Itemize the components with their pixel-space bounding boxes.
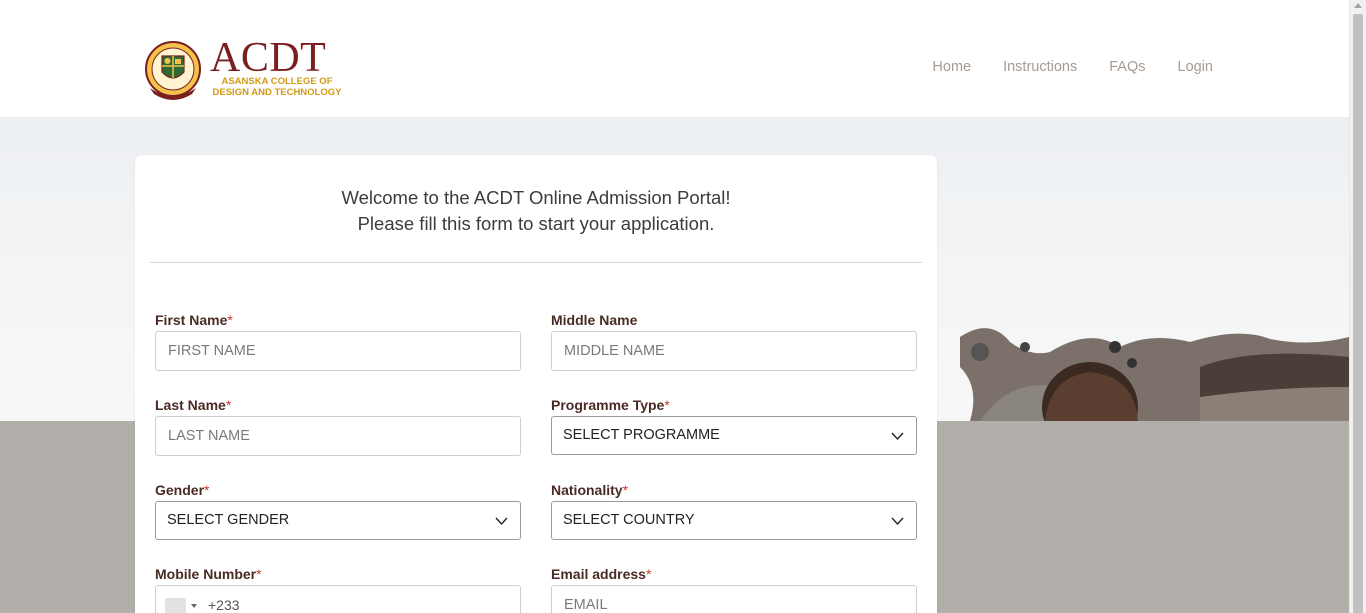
divider — [150, 262, 922, 263]
required-mark: * — [204, 482, 210, 498]
gender-value: SELECT GENDER — [167, 512, 290, 528]
mobile-number-input[interactable]: +233 — [155, 585, 521, 613]
gender-label-text: Gender — [155, 482, 205, 498]
college-logo[interactable]: ACDT ASANSKA COLLEGE OF DESIGN AND TECHN… — [144, 35, 344, 102]
middle-name-group: Middle Name — [551, 312, 917, 371]
nationality-label-text: Nationality — [551, 482, 623, 498]
programme-type-select[interactable]: SELECT PROGRAMME — [551, 416, 917, 455]
last-name-group: Last Name* — [155, 397, 521, 456]
nationality-value: SELECT COUNTRY — [563, 512, 695, 528]
nationality-group: Nationality* SELECT COUNTRY — [551, 482, 917, 540]
chevron-down-icon — [495, 517, 508, 526]
tagline-line-1: ASANSKA COLLEGE OF — [221, 76, 333, 87]
required-mark: * — [645, 566, 652, 582]
site-header: ACDT ASANSKA COLLEGE OF DESIGN AND TECHN… — [0, 0, 1349, 117]
required-mark: * — [622, 482, 629, 498]
nav-home[interactable]: Home — [932, 59, 971, 75]
hero-image — [960, 328, 1349, 421]
nationality-label: Nationality* — [551, 482, 917, 502]
scroll-thumb[interactable] — [1353, 14, 1363, 613]
required-mark: * — [256, 566, 262, 582]
chevron-down-icon — [891, 517, 904, 526]
caret-down-icon[interactable] — [191, 604, 197, 608]
programme-type-value: SELECT PROGRAMME — [563, 427, 720, 443]
nav-login[interactable]: Login — [1178, 59, 1213, 75]
welcome-message: Welcome to the ACDT Online Admission Por… — [135, 185, 937, 237]
required-mark: * — [225, 397, 232, 413]
email-label: Email address* — [551, 566, 917, 586]
email-label-text: Email address — [551, 566, 646, 582]
programme-type-label-text: Programme Type — [551, 397, 665, 413]
first-name-group: First Name* — [155, 312, 521, 371]
welcome-line-2: Please fill this form to start your appl… — [357, 213, 715, 234]
nationality-select[interactable]: SELECT COUNTRY — [551, 501, 917, 540]
main-nav: Home Instructions FAQs Login — [932, 59, 1213, 75]
middle-name-input[interactable] — [551, 331, 917, 371]
scroll-up-icon[interactable] — [1354, 3, 1362, 8]
first-name-label-text: First Name — [155, 312, 228, 328]
country-flag-icon[interactable] — [165, 598, 186, 613]
gender-label: Gender* — [155, 482, 521, 502]
last-name-label: Last Name* — [155, 397, 521, 417]
phone-country-code: +233 — [208, 597, 240, 613]
gender-select[interactable]: SELECT GENDER — [155, 501, 521, 540]
tagline-line-2: DESIGN AND TECHNOLOGY — [212, 87, 342, 98]
last-name-label-text: Last Name — [155, 397, 226, 413]
nav-faqs[interactable]: FAQs — [1109, 59, 1145, 75]
middle-name-label: Middle Name — [551, 312, 638, 328]
programme-type-group: Programme Type* SELECT PROGRAMME — [551, 397, 917, 455]
first-name-input[interactable] — [155, 331, 521, 371]
email-group: Email address* — [551, 566, 917, 613]
mobile-number-label-text: Mobile Number — [155, 566, 257, 582]
mobile-number-label: Mobile Number* — [155, 566, 521, 586]
required-mark: * — [227, 312, 233, 328]
email-input[interactable] — [551, 585, 917, 613]
last-name-input[interactable] — [155, 416, 521, 456]
nav-instructions[interactable]: Instructions — [1003, 59, 1077, 75]
first-name-label: First Name* — [155, 312, 521, 332]
brand-tagline: ASANSKA COLLEGE OF DESIGN AND TECHNOLOGY — [210, 76, 344, 98]
brand-name: ACDT — [210, 35, 327, 81]
welcome-line-1: Welcome to the ACDT Online Admission Por… — [341, 187, 731, 208]
programme-type-label: Programme Type* — [551, 397, 917, 417]
application-form-card: Welcome to the ACDT Online Admission Por… — [135, 155, 937, 613]
gender-group: Gender* SELECT GENDER — [155, 482, 521, 540]
required-mark: * — [664, 397, 670, 413]
mobile-number-group: Mobile Number* +233 — [155, 566, 521, 613]
page-scrollbar[interactable] — [1349, 0, 1366, 613]
chevron-down-icon — [891, 432, 904, 441]
college-crest-icon — [145, 41, 201, 100]
